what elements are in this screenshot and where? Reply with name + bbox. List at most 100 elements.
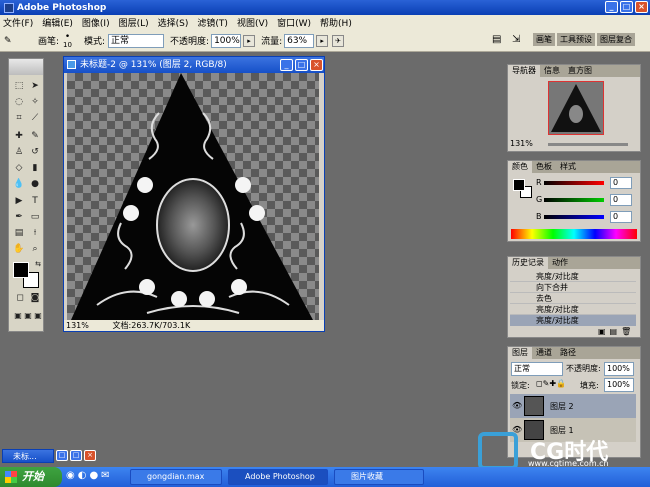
- stamp-tool-icon[interactable]: ♙: [12, 145, 26, 159]
- foreground-color-swatch[interactable]: [13, 262, 29, 278]
- doc-close-button[interactable]: ×: [310, 59, 323, 71]
- mini-close-button[interactable]: ×: [84, 450, 96, 461]
- doc-minimize-button[interactable]: _: [280, 59, 293, 71]
- tab-styles[interactable]: 样式: [556, 161, 580, 173]
- history-item[interactable]: 向下合并: [510, 282, 636, 293]
- minimize-button[interactable]: _: [605, 1, 618, 13]
- quick-mask-icon[interactable]: ◙: [28, 291, 42, 305]
- flow-dropdown-icon[interactable]: ▸: [316, 34, 329, 47]
- flow-field[interactable]: 63%: [284, 33, 315, 48]
- type-tool-icon[interactable]: T: [28, 194, 42, 208]
- tab-channels[interactable]: 通道: [532, 347, 556, 359]
- palette-well-tab-layer-comps[interactable]: 图层复合: [597, 33, 635, 46]
- airbrush-icon[interactable]: ✈: [332, 34, 345, 47]
- pen-tool-icon[interactable]: ✒: [12, 210, 26, 224]
- path-select-icon[interactable]: ▶: [12, 194, 26, 208]
- mode-select[interactable]: 正常: [108, 33, 165, 48]
- brush-tool-icon[interactable]: ✎: [28, 129, 42, 143]
- brush-tool-icon[interactable]: ✎: [4, 36, 20, 46]
- history-item[interactable]: 去色: [510, 293, 636, 304]
- lasso-tool-icon[interactable]: ◌: [12, 95, 26, 109]
- slice-tool-icon[interactable]: ⟋: [28, 111, 42, 125]
- crop-tool-icon[interactable]: ⌗: [12, 111, 26, 125]
- mini-maximize-button[interactable]: □: [70, 450, 82, 461]
- start-button[interactable]: 开始: [0, 467, 62, 487]
- task-gongdian[interactable]: gongdian.max: [130, 469, 222, 485]
- zoom-tool-icon[interactable]: ⌕: [28, 242, 42, 256]
- marquee-tool-icon[interactable]: ⬚: [12, 79, 26, 93]
- channel-r-slider[interactable]: [544, 181, 604, 185]
- swap-colors-icon[interactable]: ⇆: [31, 257, 45, 271]
- menu-select[interactable]: 选择(S): [158, 16, 189, 29]
- lock-icons[interactable]: ◻✎✚🔒: [536, 379, 566, 388]
- menu-layer[interactable]: 图层(L): [119, 16, 149, 29]
- standard-mode-icon[interactable]: ◻: [13, 291, 27, 305]
- dodge-tool-icon[interactable]: ●: [28, 177, 42, 191]
- layer-opacity-field[interactable]: 100%: [604, 362, 634, 376]
- history-action-buttons[interactable]: ▣▤🗑: [598, 327, 635, 336]
- layer-blend-mode-select[interactable]: 正常: [511, 362, 563, 376]
- doc-maximize-button[interactable]: □: [295, 59, 308, 71]
- brush-preset-picker[interactable]: • 10: [63, 32, 72, 49]
- palette-well-tab-brushes[interactable]: 画笔: [533, 33, 555, 46]
- opacity-field[interactable]: 100%: [211, 33, 242, 48]
- palette-well-tab-tool-presets[interactable]: 工具预设: [557, 33, 595, 46]
- shape-tool-icon[interactable]: ▭: [28, 210, 42, 224]
- close-button[interactable]: ×: [635, 1, 648, 13]
- menu-help[interactable]: 帮助(H): [320, 16, 352, 29]
- history-brush-icon[interactable]: ↺: [28, 145, 42, 159]
- task-picture-collection[interactable]: 图片收藏: [334, 469, 424, 485]
- blur-tool-icon[interactable]: 💧: [12, 177, 26, 191]
- channel-g-slider[interactable]: [544, 198, 604, 202]
- channel-g-value[interactable]: 0: [610, 194, 632, 206]
- opacity-dropdown-icon[interactable]: ▸: [243, 34, 256, 47]
- eraser-tool-icon[interactable]: ◇: [12, 161, 26, 175]
- hand-tool-icon[interactable]: ✋: [12, 242, 26, 256]
- navigator-thumbnail[interactable]: [548, 81, 604, 135]
- menu-image[interactable]: 图像(I): [82, 16, 110, 29]
- menu-edit[interactable]: 编辑(E): [42, 16, 73, 29]
- tab-paths[interactable]: 路径: [556, 347, 580, 359]
- color-fg-swatch[interactable]: [513, 179, 525, 191]
- menu-filter[interactable]: 滤镜(T): [197, 16, 228, 29]
- palette-well-icon[interactable]: ▤: [492, 34, 501, 45]
- eyedropper-icon[interactable]: ⟊: [28, 226, 42, 240]
- minimized-document[interactable]: 未标...: [2, 449, 54, 463]
- task-photoshop[interactable]: Adobe Photoshop: [228, 469, 328, 485]
- tab-navigator[interactable]: 导航器: [508, 65, 540, 77]
- tab-layers[interactable]: 图层: [508, 347, 532, 359]
- channel-b-slider[interactable]: [544, 215, 604, 219]
- notes-tool-icon[interactable]: ▤: [12, 226, 26, 240]
- tab-histogram[interactable]: 直方图: [564, 65, 596, 77]
- document-zoom[interactable]: 131%: [64, 320, 94, 331]
- channel-r-value[interactable]: 0: [610, 177, 632, 189]
- layer-row-active[interactable]: 👁 图层 2: [510, 394, 636, 418]
- fill-field[interactable]: 100%: [604, 378, 634, 392]
- maximize-button[interactable]: □: [620, 1, 633, 13]
- quick-launch[interactable]: ◉◐●✉: [66, 470, 126, 484]
- tab-history[interactable]: 历史记录: [508, 257, 548, 269]
- tab-info[interactable]: 信息: [540, 65, 564, 77]
- history-item-current[interactable]: 亮度/对比度: [510, 315, 636, 326]
- tab-swatches[interactable]: 色板: [532, 161, 556, 173]
- history-item[interactable]: 亮度/对比度: [510, 271, 636, 282]
- menu-view[interactable]: 视图(V): [237, 16, 268, 29]
- menu-file[interactable]: 文件(F): [3, 16, 33, 29]
- go-to-bridge-icon[interactable]: ⇲: [512, 34, 520, 45]
- navigator-zoom-slider[interactable]: [548, 143, 628, 146]
- image-canvas[interactable]: [67, 73, 319, 320]
- layer-visibility-eye-icon[interactable]: 👁: [512, 401, 522, 410]
- history-item[interactable]: 亮度/对比度: [510, 304, 636, 315]
- color-spectrum-bar[interactable]: [511, 229, 637, 239]
- gradient-tool-icon[interactable]: ▮: [28, 161, 42, 175]
- menu-window[interactable]: 窗口(W): [277, 16, 311, 29]
- tab-color[interactable]: 颜色: [508, 161, 532, 173]
- channel-b-value[interactable]: 0: [610, 211, 632, 223]
- tab-actions[interactable]: 动作: [548, 257, 572, 269]
- fullscreen-icon[interactable]: ▣: [31, 309, 45, 323]
- move-tool-icon[interactable]: ➤: [28, 79, 42, 93]
- healing-brush-icon[interactable]: ✚: [12, 129, 26, 143]
- navigator-zoom[interactable]: 131%: [510, 139, 533, 148]
- magic-wand-icon[interactable]: ✧: [28, 95, 42, 109]
- mini-restore-button[interactable]: □: [56, 450, 68, 461]
